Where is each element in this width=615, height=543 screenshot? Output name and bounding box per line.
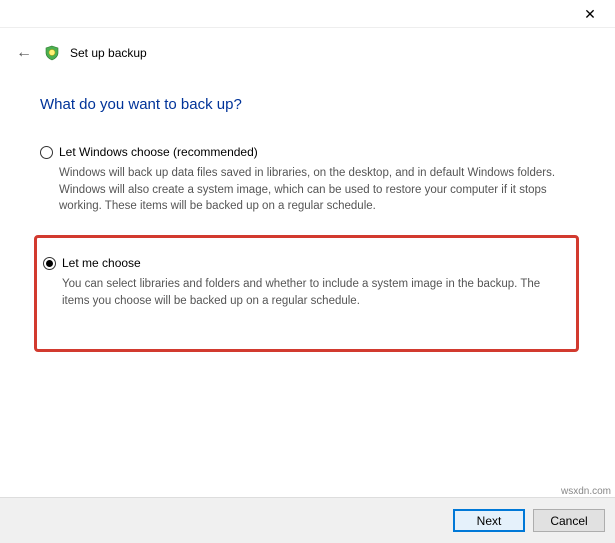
watermark: wsxdn.com <box>561 486 611 497</box>
titlebar: ✕ <box>0 0 615 28</box>
next-button[interactable]: Next <box>453 509 525 532</box>
option-let-me-choose[interactable]: Let me choose You can select libraries a… <box>34 235 579 352</box>
radio-let-me-choose[interactable] <box>43 257 56 270</box>
radio-windows-choose[interactable] <box>40 146 53 159</box>
cancel-button[interactable]: Cancel <box>533 509 605 532</box>
option-description: Windows will back up data files saved in… <box>59 165 569 215</box>
backup-shield-icon <box>44 45 60 61</box>
header-title: Set up backup <box>70 46 147 60</box>
page-heading: What do you want to back up? <box>40 96 579 113</box>
back-arrow-icon[interactable]: ← <box>14 42 34 64</box>
content-area: What do you want to back up? Let Windows… <box>0 68 615 372</box>
wizard-header: ← Set up backup <box>0 28 615 68</box>
option-label: Let Windows choose (recommended) <box>59 145 258 159</box>
option-windows-choose[interactable]: Let Windows choose (recommended) Windows… <box>40 139 579 225</box>
wizard-footer: Next Cancel <box>0 497 615 543</box>
option-description: You can select libraries and folders and… <box>62 276 566 309</box>
option-label: Let me choose <box>62 256 141 270</box>
close-icon[interactable]: ✕ <box>575 7 605 21</box>
